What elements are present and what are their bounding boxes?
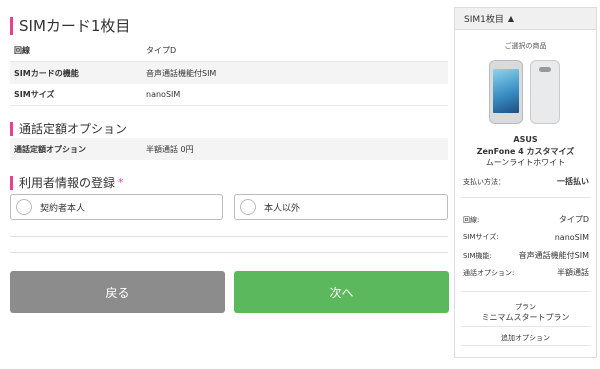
info-row-value: 音声通話機能付SIM <box>146 68 217 78</box>
sim-section-title-text: SIMカード1枚目 <box>19 17 131 35</box>
main-form: SIMカード1枚目 回線 タイプD SIMカードの機能 音声通話機能付SIM S… <box>0 0 452 369</box>
detail-label: SIMサイズ: <box>463 233 499 241</box>
title-accent-bar <box>10 16 13 35</box>
phone-screen <box>493 69 519 113</box>
divider <box>10 252 448 253</box>
product-brand: ASUS <box>513 135 538 144</box>
info-row-label: SIMサイズ <box>14 90 55 99</box>
user-info-title-text: 利用者情報の登録 <box>19 176 116 190</box>
user-info-title: 利用者情報の登録 * <box>10 174 124 191</box>
radio-circle-icon[interactable] <box>16 199 32 215</box>
selected-product-label: ご選択の商品 <box>504 42 547 50</box>
detail-sim-size: SIMサイズ: nanoSIM <box>463 232 589 242</box>
addon-option-label: 追加オプション <box>501 334 550 342</box>
info-row-call-option: 通話定額オプション 半額通話 0円 <box>10 138 448 160</box>
call-option-title-text: 通話定額オプション <box>19 122 128 136</box>
radio-circle-icon[interactable] <box>240 199 256 215</box>
sidebar-header[interactable]: SIM1枚目 ▲ <box>455 8 596 30</box>
radio-label: 本人以外 <box>264 203 301 214</box>
plan-value: ミニマムスタートプラン <box>481 313 570 322</box>
detail-value: 音声通話機能付SIM <box>518 251 589 260</box>
sidebar-divider <box>461 197 591 198</box>
divider <box>10 236 448 237</box>
back-button[interactable]: 戻る <box>10 271 225 313</box>
detail-label: 通話オプション: <box>463 268 515 277</box>
phone-camera <box>539 67 551 72</box>
order-summary-sidebar: SIM1枚目 ▲ ご選択の商品 ASUS ZenFone 4 カスタマイズ ムー… <box>454 7 597 358</box>
info-row-sim-function: SIMカードの機能 音声通話機能付SIM <box>10 62 448 84</box>
payment-method-value: 一括払い <box>557 177 589 186</box>
sidebar-divider <box>461 326 591 327</box>
payment-method: 支払い方法： 一括払い <box>463 176 589 187</box>
phone-front-image <box>489 60 523 124</box>
info-row-value: タイプD <box>146 46 177 55</box>
info-row-label: SIMカードの機能 <box>14 68 79 78</box>
sidebar-header-label: SIM1枚目 <box>464 15 504 25</box>
info-row-label: 通話定額オプション <box>14 144 86 154</box>
radio-other-person[interactable]: 本人以外 <box>234 194 448 220</box>
radio-label: 契約者本人 <box>40 203 86 214</box>
sidebar-divider <box>461 345 591 346</box>
title-accent-bar <box>10 121 13 136</box>
next-button[interactable]: 次へ <box>234 271 449 313</box>
chevron-up-icon[interactable]: ▲ <box>508 14 514 23</box>
required-mark: * <box>118 176 124 189</box>
detail-line-type: 回線: タイプD <box>463 214 589 225</box>
info-row-value: 半額通話 0円 <box>146 144 194 154</box>
radio-contract-holder[interactable]: 契約者本人 <box>10 194 223 220</box>
plan-label: プラン <box>515 303 536 311</box>
detail-sim-function: SIM機能: 音声通話機能付SIM <box>463 250 589 261</box>
info-row-line-type: 回線 タイプD <box>10 40 448 62</box>
phone-back-image <box>530 60 560 124</box>
detail-value: 半額通話 <box>557 268 589 277</box>
info-row-label: 回線 <box>14 46 30 55</box>
sidebar-divider <box>461 291 591 292</box>
payment-method-label: 支払い方法： <box>463 177 505 186</box>
call-option-title: 通話定額オプション <box>10 120 127 137</box>
detail-label: SIM機能: <box>463 251 492 260</box>
info-row-sim-size: SIMサイズ nanoSIM <box>10 84 448 106</box>
detail-label: 回線: <box>463 215 480 224</box>
detail-value: nanoSIM <box>554 232 589 242</box>
sim-section-title: SIMカード1枚目 <box>10 15 130 36</box>
product-model: ZenFone 4 カスタマイズ <box>476 147 575 156</box>
product-color: ムーンライトホワイト <box>485 158 566 167</box>
title-accent-bar <box>10 175 13 190</box>
detail-call-option: 通話オプション: 半額通話 <box>463 267 589 278</box>
info-row-value: nanoSIM <box>146 90 181 99</box>
detail-value: タイプD <box>558 215 589 224</box>
